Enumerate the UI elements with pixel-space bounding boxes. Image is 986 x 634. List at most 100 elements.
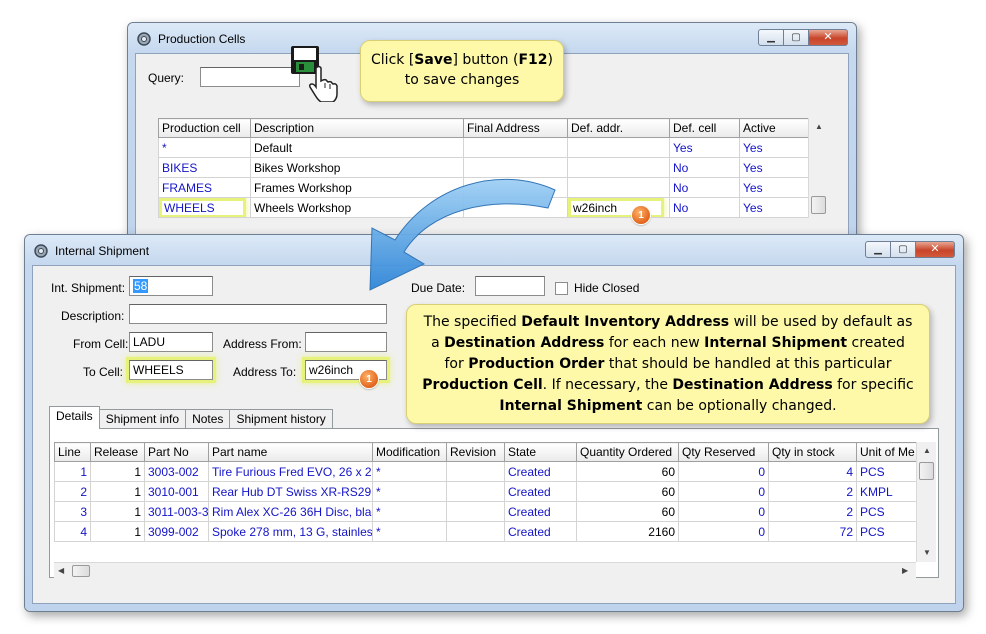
cell-part-no[interactable]: 3099-002 [144,521,209,542]
tab-shipment-info[interactable]: Shipment info [98,409,187,429]
cell-state[interactable]: Created [504,521,577,542]
cell-active[interactable]: Yes [739,137,809,158]
table-row[interactable]: 2 1 3010-001 Rear Hub DT Swiss XR-RS29 *… [54,481,917,502]
cell-production-cell[interactable]: * [158,137,251,158]
minimize-button[interactable]: ▁ [758,29,784,46]
maximize-button[interactable]: ▢ [890,241,916,258]
due-date-input[interactable] [475,276,545,296]
table-row[interactable]: 1 1 3003-002 Tire Furious Fred EVO, 26 x… [54,461,917,482]
cell-part-no[interactable]: 3010-001 [144,481,209,502]
cell-qty-stock[interactable]: 4 [768,461,857,482]
h-scroll-thumb[interactable] [72,565,90,577]
close-button[interactable]: ✕ [808,29,848,46]
column-header[interactable]: Def. addr. [567,118,670,138]
cell-qty-reserved[interactable]: 0 [678,481,769,502]
cell-qty-reserved[interactable]: 0 [678,521,769,542]
cell-qty-reserved[interactable]: 0 [678,501,769,522]
column-header[interactable]: Revision [446,442,505,462]
column-header[interactable]: Qty Reserved [678,442,769,462]
description-input[interactable] [129,304,387,324]
column-header[interactable]: Production cell [158,118,251,138]
cell-qty-ordered[interactable]: 60 [576,461,679,482]
column-header[interactable]: Description [250,118,464,138]
cell-def-cell[interactable]: Yes [669,137,740,158]
tab-details[interactable]: Details [49,406,100,429]
cell-qty-ordered[interactable]: 60 [576,481,679,502]
cell-release[interactable]: 1 [90,481,145,502]
cell-part-no[interactable]: 3003-002 [144,461,209,482]
cell-release[interactable]: 1 [90,501,145,522]
close-button[interactable]: ✕ [915,241,955,258]
top-table-scrollbar[interactable]: ▲ [808,118,828,218]
scroll-down-icon[interactable]: ▼ [923,548,931,557]
cell-line[interactable]: 3 [54,501,91,522]
cell-part-name[interactable]: Spoke 278 mm, 13 G, stainless [208,521,373,542]
cell-qty-reserved[interactable]: 0 [678,461,769,482]
cell-state[interactable]: Created [504,461,577,482]
cell-def-addr[interactable] [567,137,670,158]
cell-line[interactable]: 4 [54,521,91,542]
cell-revision[interactable] [446,501,505,522]
cell-final-address[interactable] [463,157,568,178]
cell-active[interactable]: Yes [739,197,809,218]
cell-line[interactable]: 2 [54,481,91,502]
cell-release[interactable]: 1 [90,461,145,482]
cell-modification[interactable]: * [372,481,447,502]
to-cell-input[interactable]: WHEELS [126,357,216,383]
column-header[interactable]: Unit of Me [856,442,917,462]
address-from-input[interactable] [305,332,387,352]
column-header[interactable]: Release [90,442,145,462]
cell-part-no[interactable]: 3011-003-3t [144,501,209,522]
cell-part-name[interactable]: Rim Alex XC-26 36H Disc, blac [208,501,373,522]
table-row[interactable]: WHEELS Wheels Workshop w26inch No Yes [158,197,809,218]
cell-unit[interactable]: PCS [856,501,917,522]
tab-notes[interactable]: Notes [185,409,231,429]
cell-unit[interactable]: PCS [856,521,917,542]
column-header[interactable]: Part name [208,442,373,462]
cell-revision[interactable] [446,521,505,542]
scroll-up-icon[interactable]: ▲ [815,122,823,131]
cell-unit[interactable]: KMPL [856,481,917,502]
cell-final-address[interactable] [463,197,568,218]
scroll-up-icon[interactable]: ▲ [923,446,931,455]
cell-def-cell[interactable]: No [669,177,740,198]
column-header[interactable]: Line [54,442,91,462]
cell-active[interactable]: Yes [739,177,809,198]
table-row[interactable]: FRAMES Frames Workshop No Yes [158,177,809,198]
cell-description[interactable]: Default [250,137,464,158]
from-cell-input[interactable]: LADU [129,332,213,352]
cell-final-address[interactable] [463,177,568,198]
maximize-button[interactable]: ▢ [783,29,809,46]
scroll-thumb[interactable] [919,462,934,480]
cell-qty-stock[interactable]: 2 [768,501,857,522]
cell-part-name[interactable]: Tire Furious Fred EVO, 26 x 2.0 [208,461,373,482]
cell-production-cell[interactable]: BIKES [158,157,251,178]
lines-table-vscrollbar[interactable]: ▲ ▼ [916,442,936,562]
cell-def-addr[interactable] [567,157,670,178]
column-header[interactable]: State [504,442,577,462]
scroll-left-icon[interactable]: ◀ [58,566,64,575]
query-input[interactable] [200,67,300,87]
column-header[interactable]: Part No [144,442,209,462]
hide-closed-checkbox[interactable] [555,282,568,295]
cell-active[interactable]: Yes [739,157,809,178]
cell-def-cell[interactable]: No [669,197,740,218]
cell-qty-ordered[interactable]: 60 [576,501,679,522]
cell-revision[interactable] [446,461,505,482]
cell-description[interactable]: Wheels Workshop [250,197,464,218]
table-row[interactable]: 3 1 3011-003-3t Rim Alex XC-26 36H Disc,… [54,501,917,522]
cell-production-cell[interactable]: FRAMES [158,177,251,198]
lines-table-hscrollbar[interactable]: ◀ ▶ [54,562,916,578]
cell-description[interactable]: Bikes Workshop [250,157,464,178]
cell-state[interactable]: Created [504,481,577,502]
cell-line[interactable]: 1 [54,461,91,482]
cell-release[interactable]: 1 [90,521,145,542]
cell-qty-stock[interactable]: 72 [768,521,857,542]
scroll-right-icon[interactable]: ▶ [902,566,908,575]
cell-state[interactable]: Created [504,501,577,522]
cell-unit[interactable]: PCS [856,461,917,482]
int-shipment-input[interactable]: 58 [129,276,213,296]
column-header[interactable]: Modification [372,442,447,462]
cell-def-addr[interactable]: w26inch [567,197,670,218]
tab-shipment-history[interactable]: Shipment history [229,409,333,429]
